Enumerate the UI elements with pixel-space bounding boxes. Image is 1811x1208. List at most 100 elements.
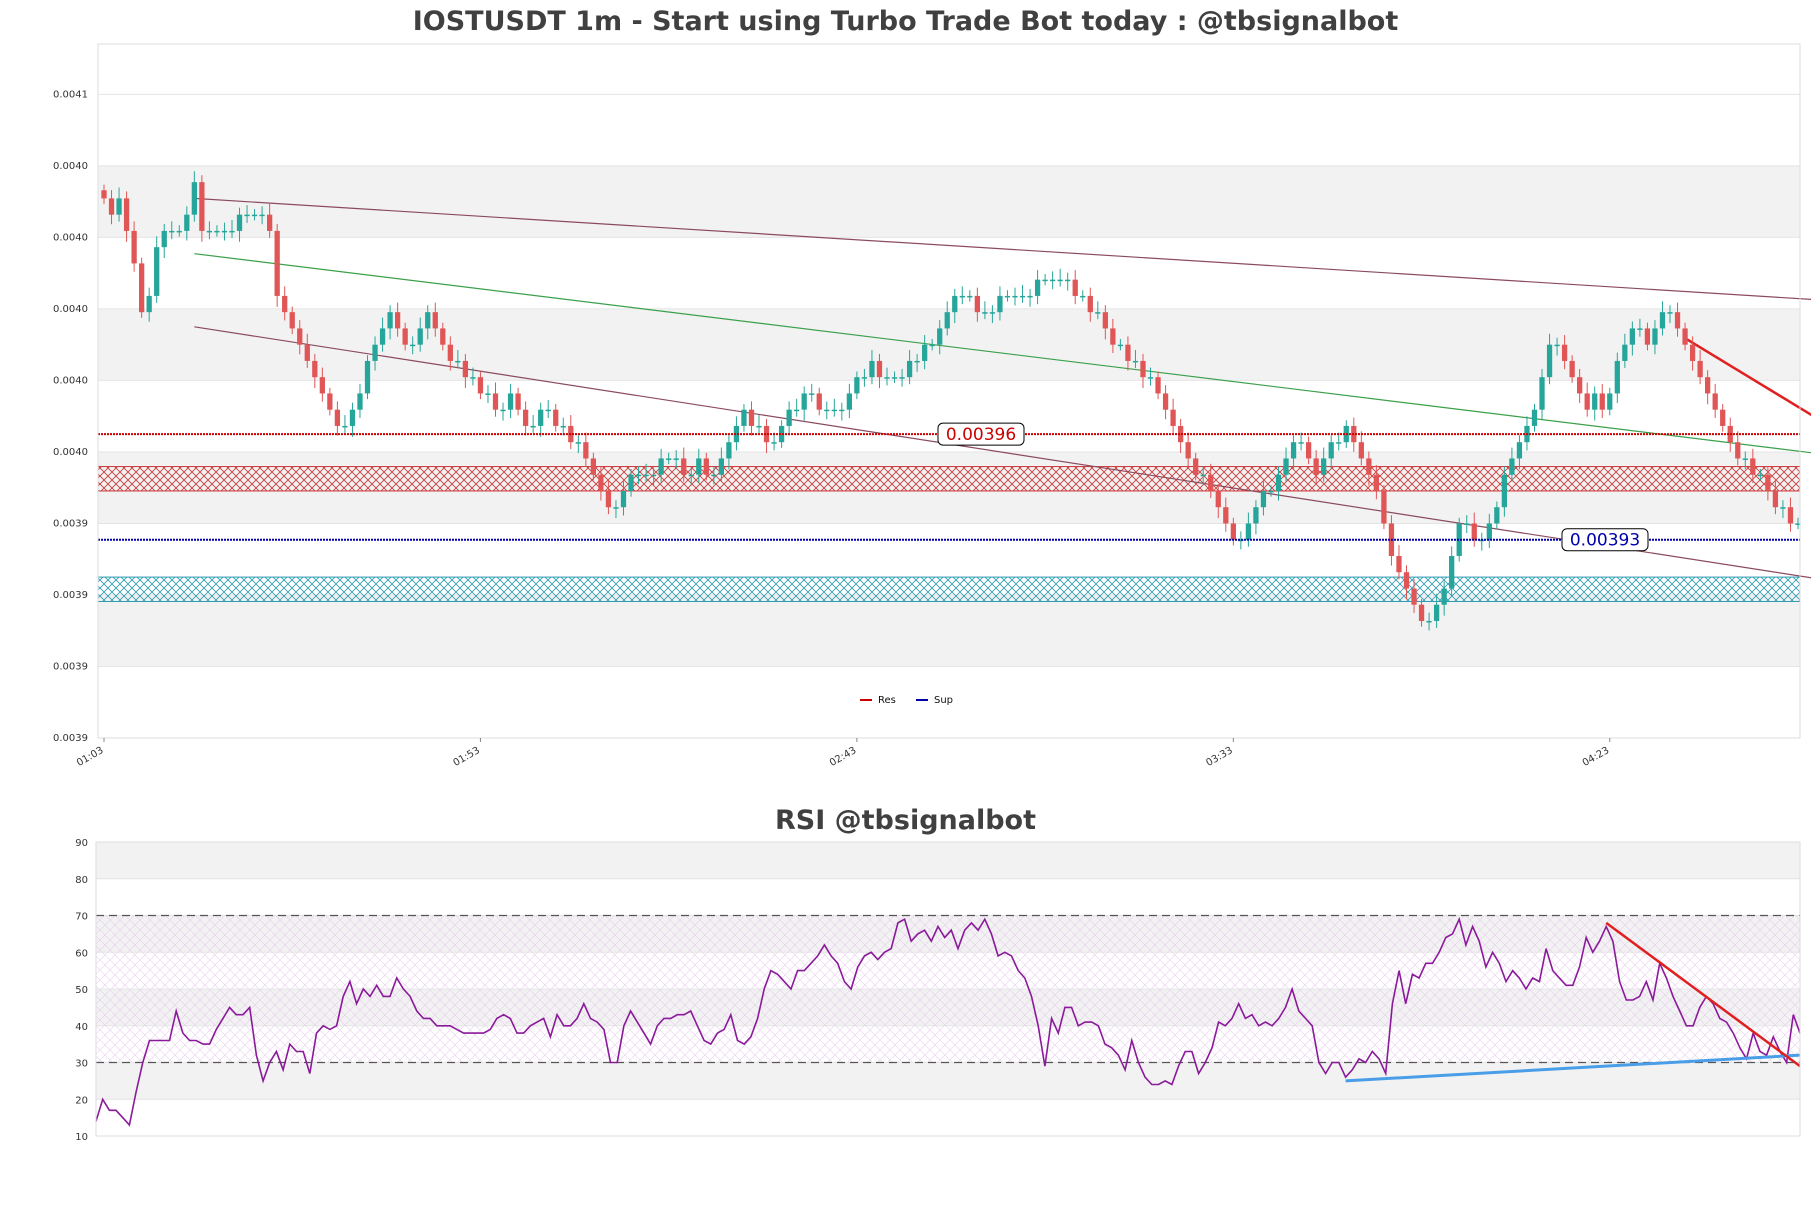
candle-body <box>1614 360 1620 394</box>
candle-body <box>681 458 687 475</box>
candle-body <box>816 393 822 410</box>
candle-body <box>1087 295 1093 313</box>
support-zone <box>97 576 1801 602</box>
candle-body <box>154 247 160 296</box>
candle-body <box>959 295 965 298</box>
candle-body <box>846 393 852 410</box>
candle-body <box>1298 442 1304 444</box>
candle-body <box>1403 572 1410 589</box>
candle-body <box>1441 588 1447 605</box>
candle-body <box>214 230 220 233</box>
candle-body <box>839 409 845 412</box>
candle-body <box>477 377 484 394</box>
candle-body <box>1305 442 1312 459</box>
candle-body <box>1509 458 1515 475</box>
candle-body <box>1486 523 1492 540</box>
candle-body <box>1644 328 1651 345</box>
rsi-y-tick: 80 <box>75 875 88 886</box>
candle-body <box>1132 360 1139 363</box>
candle-body <box>1426 620 1432 623</box>
candle-body <box>387 312 393 329</box>
candle-body <box>756 425 762 428</box>
candle-body <box>922 344 928 361</box>
price-y-tick: 0.0040 <box>53 161 88 172</box>
candle-body <box>824 409 830 412</box>
legend-label: Res <box>878 695 896 706</box>
candle-body <box>1140 360 1146 378</box>
price-y-tick: 0.0040 <box>53 304 88 315</box>
candle-body <box>108 198 115 215</box>
candle-body <box>1501 474 1508 508</box>
candle-body <box>989 312 996 314</box>
candle-body <box>1321 458 1327 475</box>
candle-body <box>507 393 514 410</box>
candle-body <box>530 425 536 428</box>
candle-body <box>583 442 589 459</box>
candle-body <box>899 377 905 379</box>
price-y-tick: 0.0040 <box>53 232 88 243</box>
candle-body <box>1245 523 1252 540</box>
candle-body <box>470 377 476 379</box>
rsi-neutral-zone <box>96 915 1800 1063</box>
candle-body <box>560 425 566 428</box>
candle-body <box>1750 458 1756 475</box>
candle-body <box>538 409 544 426</box>
candle-body <box>628 474 634 491</box>
candle-body <box>1034 279 1041 296</box>
candle-body <box>831 409 837 412</box>
candle-body <box>251 214 258 217</box>
candle-body <box>861 377 868 379</box>
candle-body <box>1546 344 1553 378</box>
rsi-y-tick: 40 <box>75 1022 88 1033</box>
candle-body <box>741 409 747 426</box>
candle-body <box>974 295 980 313</box>
support-label: 0.00393 <box>1570 531 1640 551</box>
candle-body <box>267 214 273 231</box>
candle-body <box>319 377 325 394</box>
candle-body <box>1019 295 1026 298</box>
candle-body <box>1268 490 1274 493</box>
candle-body <box>244 214 250 217</box>
candle-body <box>891 377 898 379</box>
candle-body <box>1659 312 1666 329</box>
candle-body <box>161 230 167 248</box>
candle-body <box>1260 490 1267 508</box>
rsi-y-tick: 10 <box>75 1132 88 1143</box>
candle-body <box>718 458 725 475</box>
candle-body <box>1223 507 1229 524</box>
price-x-tick: 01:53 <box>451 745 481 769</box>
candle-body <box>1065 279 1071 282</box>
rsi-y-tick: 70 <box>75 912 88 923</box>
rsi-y-tick: 60 <box>75 948 88 959</box>
rsi-y-tick: 90 <box>75 838 88 849</box>
candle-body <box>1539 377 1545 410</box>
candle-body <box>169 230 175 233</box>
candle-body <box>711 474 717 477</box>
candle-body <box>1027 295 1033 298</box>
price-band <box>98 594 1800 667</box>
rsi-band <box>96 915 1800 953</box>
candle-body <box>666 458 672 460</box>
candle-body <box>515 393 521 410</box>
candle-body <box>372 344 378 361</box>
candle-body <box>1230 523 1236 540</box>
price-y-tick: 0.0039 <box>53 518 88 529</box>
candle-body <box>590 458 597 475</box>
candle-body <box>1012 295 1018 298</box>
candle-body <box>402 328 408 345</box>
candle-body <box>1735 442 1741 459</box>
candle-body <box>1336 442 1342 444</box>
candle-body <box>1328 442 1334 459</box>
price-x-tick: 01:03 <box>75 745 105 769</box>
candle-body <box>349 409 356 426</box>
candle-body <box>462 360 469 378</box>
candle-body <box>417 328 423 345</box>
candle-body <box>364 360 371 394</box>
candle-body <box>1742 458 1748 460</box>
candle-body <box>1102 312 1108 329</box>
candle-body <box>221 230 228 233</box>
candle-body <box>1780 507 1786 509</box>
rsi-chart-title: RSI @tbsignalbot <box>774 805 1037 836</box>
price-band <box>98 165 1800 238</box>
candle-body <box>1358 442 1364 459</box>
